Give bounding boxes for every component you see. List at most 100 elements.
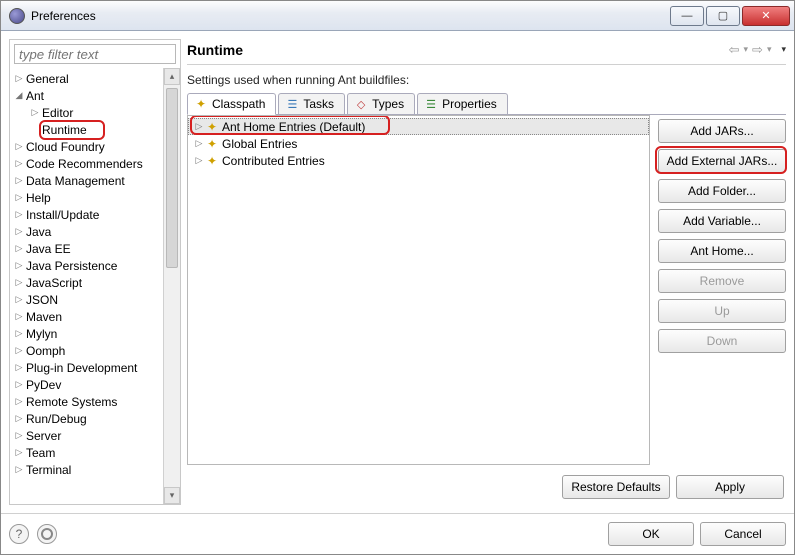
expand-icon[interactable]: ▷	[14, 277, 24, 288]
expand-icon[interactable]: ▷	[14, 413, 24, 424]
expand-icon[interactable]: ▷	[14, 141, 24, 152]
cancel-button[interactable]: Cancel	[700, 522, 786, 546]
tree-item-editor[interactable]: ▷Editor	[10, 104, 163, 121]
dialog-button-bar: ? OK Cancel	[1, 513, 794, 554]
tab-classpath[interactable]: ✦Classpath	[187, 93, 276, 115]
forward-icon[interactable]: ⇨	[752, 42, 763, 58]
expand-icon[interactable]: ▷	[14, 209, 24, 220]
expand-icon[interactable]: ▷	[14, 362, 24, 373]
scroll-up-arrow[interactable]: ▴	[164, 68, 180, 85]
expand-icon[interactable]: ▷	[14, 311, 24, 322]
classpath-entries[interactable]: ▷✦Ant Home Entries (Default)▷✦Global Ent…	[187, 115, 650, 465]
apply-button[interactable]: Apply	[676, 475, 784, 499]
tree-item-team[interactable]: ▷Team	[10, 444, 163, 461]
tree-item-runtime[interactable]: Runtime	[10, 121, 163, 138]
tree-item-server[interactable]: ▷Server	[10, 427, 163, 444]
expand-icon[interactable]: ▷	[14, 73, 24, 84]
tree-item-pydev[interactable]: ▷PyDev	[10, 376, 163, 393]
expand-icon[interactable]: ▷	[14, 243, 24, 254]
classpath-entry[interactable]: ▷✦Global Entries	[188, 135, 649, 152]
expand-icon[interactable]: ◢	[14, 90, 24, 101]
tree-item-oomph[interactable]: ▷Oomph	[10, 342, 163, 359]
tree-item-label: Install/Update	[26, 208, 99, 222]
tree-item-code-recommenders[interactable]: ▷Code Recommenders	[10, 155, 163, 172]
expand-icon[interactable]: ▷	[14, 192, 24, 203]
tree-item-label: Server	[26, 429, 61, 443]
help-icon[interactable]: ?	[9, 524, 29, 544]
up-button: Up	[658, 299, 786, 323]
tree-item-maven[interactable]: ▷Maven	[10, 308, 163, 325]
tree-item-java[interactable]: ▷Java	[10, 223, 163, 240]
expand-icon[interactable]: ▷	[14, 396, 24, 407]
expand-icon[interactable]: ▷	[14, 294, 24, 305]
add-variable-button[interactable]: Add Variable...	[658, 209, 786, 233]
classpath-entry[interactable]: ▷✦Contributed Entries	[188, 152, 649, 169]
filter-input[interactable]	[14, 44, 176, 64]
tree-item-label: Help	[26, 191, 51, 205]
tree-item-label: Maven	[26, 310, 62, 324]
minimize-button[interactable]: —	[670, 6, 704, 26]
window-title: Preferences	[31, 9, 668, 23]
progress-icon[interactable]	[37, 524, 57, 544]
tree-item-java-persistence[interactable]: ▷Java Persistence	[10, 257, 163, 274]
tree-item-ant[interactable]: ◢Ant	[10, 87, 163, 104]
tree-item-java-ee[interactable]: ▷Java EE	[10, 240, 163, 257]
preference-tree-panel: ▷General◢Ant▷EditorRuntime▷Cloud Foundry…	[9, 39, 181, 505]
tree-item-data-management[interactable]: ▷Data Management	[10, 172, 163, 189]
expand-icon[interactable]: ▷	[194, 138, 204, 149]
tree-item-label: Java	[26, 225, 51, 239]
scroll-down-arrow[interactable]: ▾	[164, 487, 180, 504]
tree-item-remote-systems[interactable]: ▷Remote Systems	[10, 393, 163, 410]
expand-icon[interactable]: ▷	[14, 158, 24, 169]
expand-icon[interactable]: ▷	[14, 345, 24, 356]
maximize-button[interactable]: ▢	[706, 6, 740, 26]
tree-item-javascript[interactable]: ▷JavaScript	[10, 274, 163, 291]
tree-item-label: Editor	[42, 106, 73, 120]
entry-label: Ant Home Entries (Default)	[222, 120, 365, 134]
tree-item-run-debug[interactable]: ▷Run/Debug	[10, 410, 163, 427]
close-button[interactable]: ✕	[742, 6, 790, 26]
tree-item-label: Mylyn	[26, 327, 57, 341]
scroll-thumb[interactable]	[166, 88, 178, 268]
page-menu-icon[interactable]: ▾	[781, 44, 786, 55]
back-icon[interactable]: ⇦	[729, 42, 740, 58]
tree-item-label: General	[26, 72, 69, 86]
tree-scrollbar[interactable]: ▴ ▾	[163, 68, 180, 504]
tree-item-label: Java Persistence	[26, 259, 117, 273]
tree-item-label: Oomph	[26, 344, 65, 358]
classpath-icon: ✦	[204, 154, 220, 168]
tab-properties[interactable]: ☰Properties	[417, 93, 508, 114]
app-icon	[9, 8, 25, 24]
preference-tree[interactable]: ▷General◢Ant▷EditorRuntime▷Cloud Foundry…	[10, 68, 163, 504]
expand-icon[interactable]: ▷	[194, 155, 204, 166]
restore-defaults-button[interactable]: Restore Defaults	[562, 475, 670, 499]
expand-icon[interactable]: ▷	[30, 107, 40, 118]
add-external-jars-button[interactable]: Add External JARs...	[658, 149, 786, 173]
ant-home-button[interactable]: Ant Home...	[658, 239, 786, 263]
tree-item-help[interactable]: ▷Help	[10, 189, 163, 206]
tasks-icon: ☰	[285, 97, 299, 111]
expand-icon[interactable]: ▷	[14, 464, 24, 475]
expand-icon[interactable]: ▷	[14, 447, 24, 458]
page-description: Settings used when running Ant buildfile…	[187, 73, 786, 87]
tree-item-install-update[interactable]: ▷Install/Update	[10, 206, 163, 223]
classpath-entry[interactable]: ▷✦Ant Home Entries (Default)	[188, 118, 649, 135]
expand-icon[interactable]: ▷	[14, 226, 24, 237]
tree-item-plug-in-development[interactable]: ▷Plug-in Development	[10, 359, 163, 376]
tab-types[interactable]: ◇Types	[347, 93, 415, 114]
expand-icon[interactable]: ▷	[14, 260, 24, 271]
expand-icon[interactable]: ▷	[14, 328, 24, 339]
ok-button[interactable]: OK	[608, 522, 694, 546]
tree-item-terminal[interactable]: ▷Terminal	[10, 461, 163, 478]
add-jars-button[interactable]: Add JARs...	[658, 119, 786, 143]
expand-icon[interactable]: ▷	[194, 121, 204, 132]
add-folder-button[interactable]: Add Folder...	[658, 179, 786, 203]
expand-icon[interactable]: ▷	[14, 175, 24, 186]
tree-item-general[interactable]: ▷General	[10, 70, 163, 87]
expand-icon[interactable]: ▷	[14, 379, 24, 390]
tree-item-mylyn[interactable]: ▷Mylyn	[10, 325, 163, 342]
tab-tasks[interactable]: ☰Tasks	[278, 93, 345, 114]
expand-icon[interactable]: ▷	[14, 430, 24, 441]
tree-item-json[interactable]: ▷JSON	[10, 291, 163, 308]
tree-item-cloud-foundry[interactable]: ▷Cloud Foundry	[10, 138, 163, 155]
